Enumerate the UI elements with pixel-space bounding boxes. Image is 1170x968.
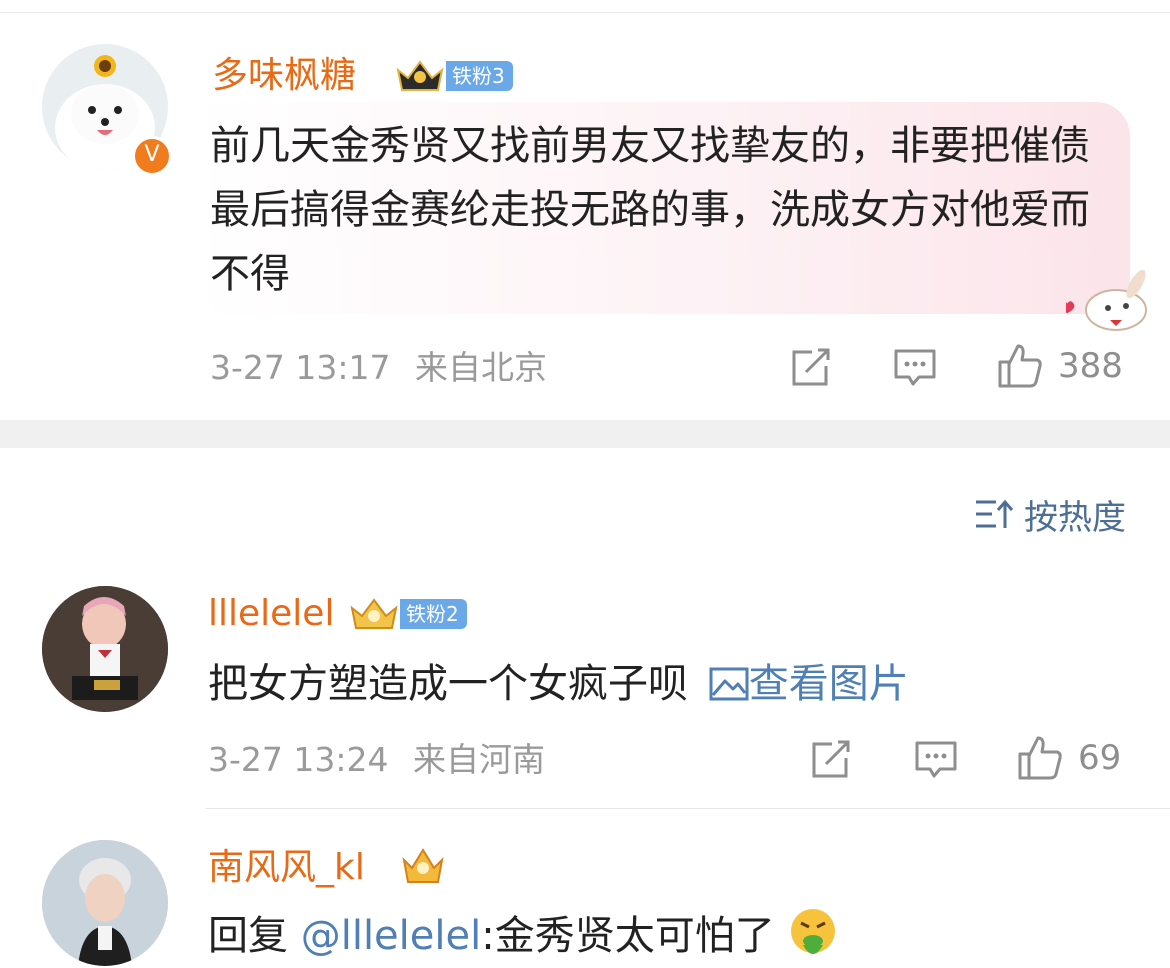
comment-2-like-button[interactable]: 69 [1016, 734, 1121, 782]
sort-icon [976, 499, 1014, 528]
comment-icon [894, 349, 936, 386]
avatar-lllelelel[interactable] [42, 586, 168, 712]
view-image-link[interactable]: 查看图片 [709, 661, 909, 707]
view-image-label: 查看图片 [748, 661, 909, 707]
comment-3-text: 回复 @lllelelel:金秀贤太可怕了 [208, 904, 839, 968]
comment-1-share-button[interactable] [790, 348, 832, 388]
reply-text: :金秀贤太可怕了 [481, 913, 775, 959]
share-icon [812, 740, 850, 778]
comment-2-like-count: 69 [1078, 738, 1122, 778]
comment-2-body: 把女方塑造成一个女疯子呗 [208, 661, 688, 707]
comment-1-username[interactable]: 多味枫糖 [212, 54, 356, 98]
comment-2-time: 3-27 13:24 [208, 740, 389, 779]
comment-2-reply-button[interactable] [914, 740, 958, 780]
section-separator [0, 420, 1170, 448]
comment-1-location: 来自北京 [415, 348, 547, 387]
crown-icon [350, 598, 398, 629]
fan-badge-1[interactable]: 铁粉3 [394, 60, 513, 92]
fan-badge-2-label: 铁粉2 [400, 599, 467, 629]
top-divider [0, 12, 1170, 13]
crown-icon [396, 60, 444, 91]
comment-1-text: 前几天金秀贤又找前男友又找挚友的，非要把催债最后搞得金赛纶走投无路的事，洗成女方… [210, 123, 1090, 297]
crown-icon [402, 848, 444, 883]
comment-2-text: 把女方塑造成一个女疯子呗 查看图片 [208, 652, 909, 716]
sort-label: 按热度 [1024, 498, 1126, 538]
comment-1-time: 3-27 13:17 [210, 348, 391, 387]
comment-1-like-count: 388 [1058, 346, 1123, 386]
mention-link[interactable]: @lllelelel [301, 913, 482, 959]
comment-1-like-button[interactable]: 388 [996, 342, 1123, 390]
fan-badge-3 [400, 848, 446, 883]
thumbs-up-icon [998, 344, 1042, 388]
comment-icon [915, 741, 957, 778]
image-icon [709, 667, 749, 701]
avatar-nanfengfeng[interactable] [42, 840, 168, 966]
fan-badge-1-label: 铁粉3 [446, 61, 513, 91]
comment-1-reply-button[interactable] [893, 348, 937, 388]
share-icon [792, 348, 830, 386]
comment-2-share-button[interactable] [810, 740, 852, 780]
reply-divider [206, 808, 1170, 809]
comment-1-meta: 3-27 13:17 来自北京 [210, 348, 547, 388]
sort-by-heat-button[interactable]: 按热度 [974, 490, 1126, 539]
thumbs-up-icon [1018, 736, 1062, 780]
fan-badge-2[interactable]: 铁粉2 [348, 598, 467, 630]
comment-2-username[interactable]: lllelelel [208, 592, 334, 636]
vomit-emoji-icon [791, 909, 836, 954]
verified-badge: V [132, 136, 172, 176]
comment-2-location: 来自河南 [413, 740, 545, 779]
comment-2-meta: 3-27 13:24 来自河南 [208, 740, 545, 780]
reply-prefix: 回复 [208, 913, 301, 959]
comment-3-username[interactable]: 南风风_kl [208, 846, 365, 890]
